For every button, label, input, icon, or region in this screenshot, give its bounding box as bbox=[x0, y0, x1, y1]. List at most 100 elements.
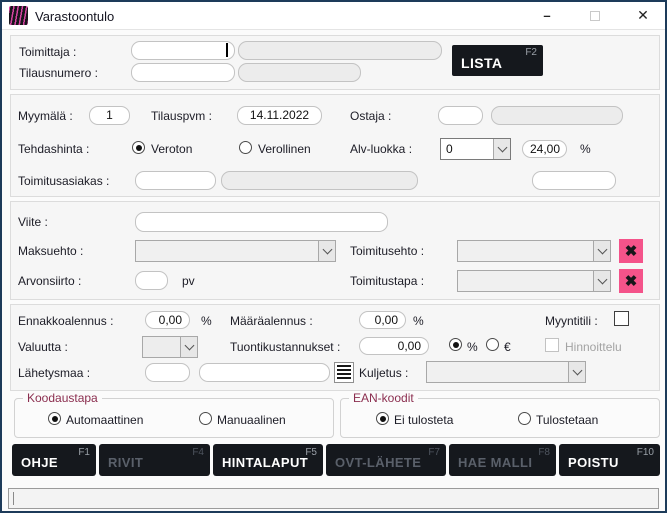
hintalaput-button-label: HINTALAPUT bbox=[222, 455, 308, 470]
lahetysmaa-list-button[interactable] bbox=[334, 362, 354, 383]
tuontikustannukset-percent-label: % bbox=[467, 340, 478, 354]
hae-malli-button-label: HAE MALLI bbox=[458, 455, 532, 470]
tilausnumero-label: Tilausnumero : bbox=[19, 66, 98, 80]
poistu-button[interactable]: POISTU F10 bbox=[559, 444, 660, 476]
myymala-input[interactable]: 1 bbox=[89, 106, 130, 125]
alv-luokka-value: 0 bbox=[446, 142, 453, 156]
verollinen-radio[interactable] bbox=[239, 141, 252, 154]
toimittaja-label: Toimittaja : bbox=[19, 45, 76, 59]
ennakkoalennus-percent-sign: % bbox=[201, 314, 212, 328]
clear-toimitusehto-button[interactable]: ✖ bbox=[619, 239, 643, 263]
kuljetus-select[interactable] bbox=[426, 361, 586, 383]
ohje-button[interactable]: OHJE F1 bbox=[12, 444, 96, 476]
rivit-button-fkey: F4 bbox=[192, 447, 204, 458]
hinnoittelu-checkbox bbox=[545, 338, 559, 352]
ostaja-name-input[interactable] bbox=[491, 106, 623, 125]
ohje-button-label: OHJE bbox=[21, 455, 58, 470]
myymala-label: Myymälä : bbox=[18, 109, 73, 123]
toimitusasiakas-code-input[interactable] bbox=[135, 171, 216, 190]
alv-luokka-select[interactable]: 0 bbox=[440, 138, 511, 160]
close-button[interactable]: ✕ bbox=[626, 2, 660, 29]
minimize-button[interactable]: – bbox=[530, 2, 564, 29]
rivit-button: RIVIT F4 bbox=[99, 444, 210, 476]
lista-button-label: LISTA bbox=[461, 55, 502, 71]
koodaustapa-group: Koodaustapa Automaattinen Manuaalinen bbox=[14, 398, 334, 438]
ennakkoalennus-label: Ennakkoalennus : bbox=[18, 314, 113, 328]
toimitusasiakas-label: Toimitusasiakas : bbox=[18, 174, 109, 188]
ovt-lahete-button: OVT-LÄHETE F7 bbox=[326, 444, 446, 476]
tulostetaan-radio[interactable] bbox=[518, 412, 531, 425]
lista-button[interactable]: LISTA F2 bbox=[452, 45, 543, 76]
ohje-button-fkey: F1 bbox=[78, 447, 90, 458]
chevron-down-icon[interactable] bbox=[493, 139, 510, 159]
toimitustapa-select[interactable] bbox=[457, 270, 611, 292]
alv-percent-input[interactable]: 24,00 bbox=[522, 140, 567, 158]
tuontikustannukset-percent-radio[interactable] bbox=[449, 338, 462, 351]
automaattinen-radio[interactable] bbox=[48, 412, 61, 425]
lista-button-fkey: F2 bbox=[525, 47, 537, 58]
toimittaja-name-input[interactable] bbox=[238, 41, 442, 60]
ei-tulosteta-radio[interactable] bbox=[376, 412, 389, 425]
lahetysmaa-code-input[interactable] bbox=[145, 363, 190, 382]
viite-input[interactable] bbox=[135, 212, 388, 232]
hae-malli-button: HAE MALLI F8 bbox=[449, 444, 556, 476]
status-bar bbox=[8, 488, 659, 509]
list-icon bbox=[337, 365, 351, 380]
toimitustapa-label: Toimitustapa : bbox=[350, 274, 424, 288]
arvonsiirto-input[interactable] bbox=[135, 271, 168, 290]
chevron-down-icon[interactable] bbox=[180, 337, 197, 357]
maaraalennus-input[interactable]: 0,00 bbox=[359, 311, 406, 329]
tilausnumero-extra-input[interactable] bbox=[238, 63, 361, 82]
window-title: Varastoontulo bbox=[35, 9, 114, 24]
hae-malli-button-fkey: F8 bbox=[538, 447, 550, 458]
text-caret bbox=[226, 43, 228, 57]
toimitusasiakas-extra-input[interactable] bbox=[532, 171, 616, 190]
valuutta-select[interactable] bbox=[142, 336, 198, 358]
tilauspvm-label: Tilauspvm : bbox=[151, 109, 212, 123]
ean-koodit-group: EAN-koodit Ei tulosteta Tulostetaan bbox=[340, 398, 660, 438]
titlebar: Varastoontulo – ✕ bbox=[2, 2, 665, 30]
clear-toimitustapa-button[interactable]: ✖ bbox=[619, 269, 643, 293]
hinnoittelu-label: Hinnoittelu bbox=[565, 340, 622, 354]
tilauspvm-input[interactable]: 14.11.2022 bbox=[237, 106, 322, 125]
arvonsiirto-label: Arvonsiirto : bbox=[18, 274, 81, 288]
myyntitili-checkbox[interactable] bbox=[614, 311, 629, 326]
chevron-down-icon[interactable] bbox=[593, 271, 610, 291]
veroton-radio[interactable] bbox=[132, 141, 145, 154]
chevron-down-icon[interactable] bbox=[593, 241, 610, 261]
ennakkoalennus-input[interactable]: 0,00 bbox=[145, 311, 190, 329]
ovt-lahete-button-fkey: F7 bbox=[428, 447, 440, 458]
app-icon bbox=[9, 6, 28, 25]
manuaalinen-radio[interactable] bbox=[199, 412, 212, 425]
kuljetus-label: Kuljetus : bbox=[359, 366, 408, 380]
lahetysmaa-name-input[interactable] bbox=[199, 363, 330, 382]
pv-label: pv bbox=[182, 274, 195, 288]
toimitusehto-label: Toimitusehto : bbox=[350, 244, 424, 258]
ostaja-code-input[interactable] bbox=[438, 106, 483, 125]
hintalaput-button[interactable]: HINTALAPUT F5 bbox=[213, 444, 323, 476]
poistu-button-fkey: F10 bbox=[637, 447, 654, 458]
toimitusasiakas-name-input[interactable] bbox=[221, 171, 418, 190]
tuontikustannukset-input[interactable]: 0,00 bbox=[359, 337, 429, 355]
alv-luokka-label: Alv-luokka : bbox=[350, 142, 412, 156]
veroton-label: Veroton bbox=[151, 142, 192, 156]
lahetysmaa-label: Lähetysmaa : bbox=[18, 366, 90, 380]
viite-label: Viite : bbox=[18, 215, 48, 229]
chevron-down-icon[interactable] bbox=[318, 241, 335, 261]
maaraalennus-label: Määräalennus : bbox=[230, 314, 313, 328]
maksuehto-label: Maksuehto : bbox=[18, 244, 83, 258]
maksuehto-select[interactable] bbox=[135, 240, 336, 262]
toimitusehto-select[interactable] bbox=[457, 240, 611, 262]
tuontikustannukset-euro-label: € bbox=[504, 340, 511, 354]
status-caret bbox=[13, 492, 14, 505]
tuontikustannukset-label: Tuontikustannukset : bbox=[230, 340, 340, 354]
tuontikustannukset-euro-radio[interactable] bbox=[486, 338, 499, 351]
tilausnumero-input[interactable] bbox=[131, 63, 235, 82]
rivit-button-label: RIVIT bbox=[108, 455, 143, 470]
alv-percent-sign: % bbox=[580, 142, 591, 156]
chevron-down-icon[interactable] bbox=[568, 362, 585, 382]
toimittaja-code-input[interactable] bbox=[131, 41, 235, 60]
ei-tulosteta-label: Ei tulosteta bbox=[394, 413, 453, 427]
valuutta-label: Valuutta : bbox=[18, 340, 68, 354]
tehdashinta-label: Tehdashinta : bbox=[18, 142, 89, 156]
